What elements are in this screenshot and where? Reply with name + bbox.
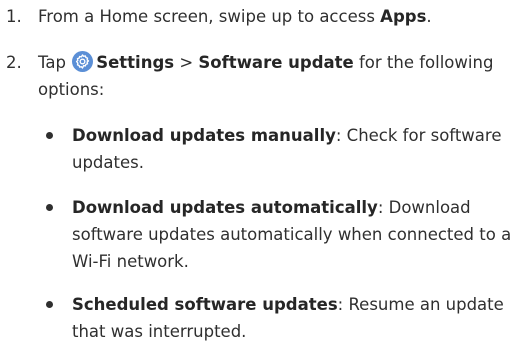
- bullet-icon: [46, 132, 53, 139]
- bullet-icon: [46, 301, 53, 308]
- list-item: Scheduled software updates: Resume an up…: [0, 291, 522, 345]
- list-item: Download updates manually: Check for sof…: [0, 122, 522, 176]
- option-title: Scheduled software updates: [72, 295, 338, 314]
- step-number: 1.: [6, 7, 22, 26]
- instructions-document: 1. From a Home screen, swipe up to acces…: [0, 0, 528, 347]
- step-1: 1. From a Home screen, swipe up to acces…: [0, 3, 522, 30]
- step-number: 2.: [6, 53, 22, 72]
- settings-label: Settings: [96, 53, 175, 72]
- bullet-icon: [46, 204, 53, 211]
- list-item: Download updates automatically: Download…: [0, 194, 522, 275]
- option-title: Download updates manually: [72, 126, 336, 145]
- step-text: From a Home screen, swipe up to access A…: [38, 7, 432, 26]
- step-text: Tap Settings > Software update for the f…: [38, 51, 494, 99]
- option-title: Download updates automatically: [72, 198, 378, 217]
- apps-label: Apps: [380, 7, 427, 26]
- step-2: 2. Tap Settings > Software update for th…: [0, 49, 522, 103]
- settings-gear-icon: [72, 51, 94, 72]
- software-update-label: Software update: [198, 53, 354, 72]
